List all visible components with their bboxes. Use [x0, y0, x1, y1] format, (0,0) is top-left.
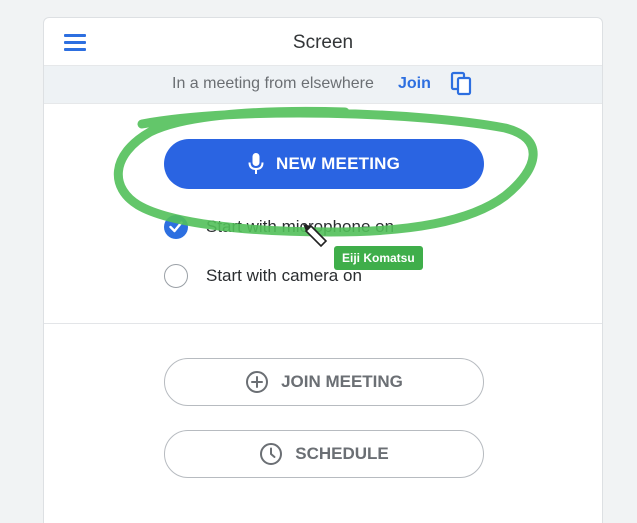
- microphone-on-option[interactable]: Start with microphone on: [164, 214, 394, 240]
- join-meeting-label: JOIN MEETING: [281, 372, 403, 391]
- schedule-label: SCHEDULE: [295, 444, 389, 463]
- microphone-checkbox[interactable]: [164, 215, 188, 239]
- check-icon: [169, 221, 183, 233]
- clock-icon: [260, 443, 283, 465]
- schedule-button[interactable]: SCHEDULE: [164, 430, 484, 478]
- copy-icon[interactable]: [449, 71, 475, 97]
- banner-text: In a meeting from elsewhere: [172, 75, 374, 92]
- elsewhere-banner: In a meeting from elsewhere Join: [44, 66, 602, 104]
- plus-circle-icon: [246, 371, 269, 393]
- microphone-icon: [248, 153, 264, 174]
- camera-on-option[interactable]: Start with camera on: [164, 263, 362, 289]
- page: Screen In a meeting from elsewhere Join …: [0, 0, 637, 523]
- microphone-option-label: Start with microphone on: [206, 217, 395, 236]
- header: Screen: [44, 18, 602, 66]
- annotator-name-tag: Eiji Komatsu: [334, 246, 423, 270]
- divider: [44, 323, 602, 324]
- join-meeting-button[interactable]: JOIN MEETING: [164, 358, 484, 406]
- meeting-card: Screen In a meeting from elsewhere Join …: [43, 17, 603, 523]
- new-meeting-label: NEW MEETING: [275, 154, 401, 173]
- camera-checkbox[interactable]: [164, 264, 188, 288]
- banner-join-link[interactable]: Join: [398, 75, 431, 93]
- page-title: Screen: [292, 32, 354, 53]
- new-meeting-button[interactable]: NEW MEETING: [164, 139, 484, 189]
